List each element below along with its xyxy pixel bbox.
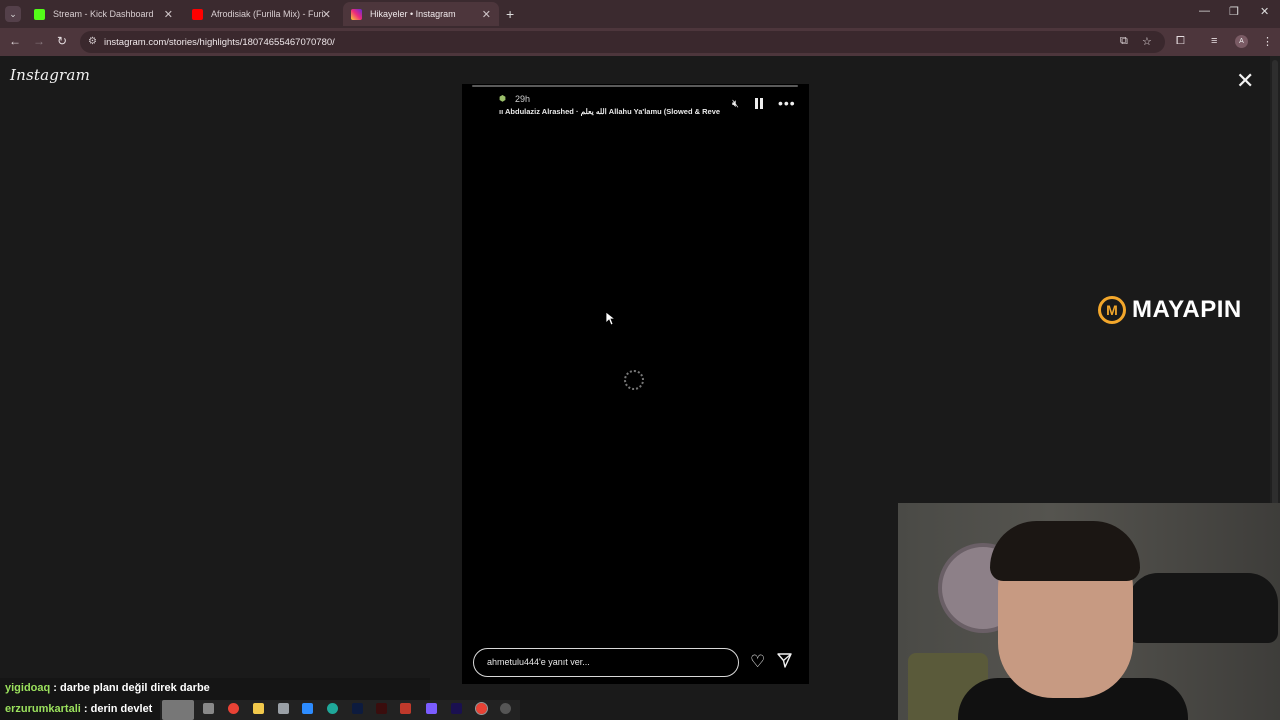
close-tab-icon[interactable]: ✕ xyxy=(482,8,491,21)
reload-icon[interactable]: ↻ xyxy=(57,34,67,48)
story-frame[interactable]: ⬢ 29h ıı Abdulaziz Alrashed · الله يعلم … xyxy=(462,84,809,684)
forward-icon[interactable]: → xyxy=(33,34,45,48)
chat-separator: : xyxy=(83,703,91,715)
bookmark-star-icon[interactable]: ☆ xyxy=(1142,35,1152,48)
tab-kick-dashboard[interactable]: Stream - Kick Dashboard ✕ xyxy=(26,2,181,26)
browser-menu-icon[interactable]: ⋮ xyxy=(1262,35,1273,48)
music-title: Abdulaziz Alrashed · الله يعلم Allahu Ya… xyxy=(504,107,721,116)
chrome-active-icon[interactable] xyxy=(475,702,488,715)
reply-input[interactable]: ahmetulu444'e yanıt ver... xyxy=(473,648,739,677)
mayapin-logo-icon: M xyxy=(1098,296,1126,324)
youtube-favicon-icon xyxy=(192,8,203,20)
back-icon[interactable]: ← xyxy=(9,34,21,48)
loading-spinner-icon xyxy=(624,370,644,390)
settings-icon[interactable] xyxy=(302,703,313,714)
task-view-thumbnail[interactable] xyxy=(162,700,194,720)
heart-icon[interactable]: ♡ xyxy=(750,652,765,672)
close-icon[interactable]: ✕ xyxy=(1236,70,1254,92)
widgets-icon[interactable] xyxy=(203,703,214,714)
tab-instagram[interactable]: Hikayeler • Instagram ✕ xyxy=(343,2,499,26)
brand-name: MAYAPIN xyxy=(1132,296,1242,323)
media-controls-icon[interactable]: ≡ xyxy=(1211,35,1217,47)
tab-search-button[interactable]: ⌄ xyxy=(5,6,21,22)
chat-username: yigidoaq xyxy=(5,682,51,694)
chat-message: erzurumkartali : derin devlet xyxy=(5,703,152,715)
new-tab-icon[interactable]: + xyxy=(506,6,514,22)
file-explorer-icon[interactable] xyxy=(253,703,264,714)
webcam-overlay xyxy=(898,503,1280,720)
chrome-icon[interactable] xyxy=(228,703,239,714)
mouse-cursor-icon xyxy=(606,312,616,326)
streamer-hair xyxy=(990,521,1140,581)
kick-favicon-icon xyxy=(34,8,45,20)
restore-icon[interactable]: ❐ xyxy=(1229,5,1239,18)
instagram-logo[interactable]: Instagram xyxy=(10,66,90,84)
tab-title: Stream - Kick Dashboard xyxy=(53,9,154,19)
pause-icon[interactable] xyxy=(754,98,764,109)
story-time: 29h xyxy=(515,94,531,104)
address-bar[interactable]: ⚙ instagram.com/stories/highlights/18074… xyxy=(80,31,1165,53)
story-progress-bar xyxy=(472,85,798,87)
close-tab-icon[interactable]: ✕ xyxy=(322,8,331,21)
chat-username: erzurumkartali xyxy=(5,703,81,715)
illustrator-icon[interactable] xyxy=(376,703,387,714)
edge-icon[interactable] xyxy=(327,703,338,714)
location-pin-icon: ⬢ xyxy=(499,94,506,103)
notepad-icon[interactable] xyxy=(278,703,289,714)
tab-title: Afrodisiak (Furilla Mix) - Furilla xyxy=(211,9,323,19)
discord-icon[interactable] xyxy=(426,703,437,714)
windows-taskbar xyxy=(160,700,520,720)
obs-icon[interactable] xyxy=(500,703,511,714)
send-icon[interactable] xyxy=(777,653,792,668)
close-tab-icon[interactable]: ✕ xyxy=(164,8,173,21)
car-poster-image xyxy=(1128,573,1278,643)
site-info-icon[interactable]: ⚙ xyxy=(88,36,97,47)
chat-message: yigidoaq : darbe planı değil direk darbe xyxy=(5,682,210,694)
window-close-icon[interactable]: ✕ xyxy=(1260,5,1269,18)
url-text: instagram.com/stories/highlights/1807465… xyxy=(104,36,335,48)
photoshop-icon[interactable] xyxy=(352,703,363,714)
profile-avatar[interactable]: A xyxy=(1235,35,1248,48)
browser-tab-bar: ⌄ Stream - Kick Dashboard ✕ Afrodisiak (… xyxy=(0,0,1280,28)
brand-logo: M MAYAPIN xyxy=(1098,296,1242,324)
minimize-icon[interactable]: — xyxy=(1199,5,1210,17)
premiere-icon[interactable] xyxy=(451,703,462,714)
more-icon[interactable]: ••• xyxy=(778,95,796,111)
browser-toolbar: ← → ↻ ⚙ instagram.com/stories/highlights… xyxy=(0,28,1280,56)
extensions-icon[interactable]: ⧠ xyxy=(1176,35,1185,48)
tab-title: Hikayeler • Instagram xyxy=(370,9,456,19)
tab-youtube-music[interactable]: Afrodisiak (Furilla Mix) - Furilla ✕ xyxy=(184,2,339,26)
app-icon[interactable] xyxy=(400,703,411,714)
chat-text: darbe planı değil direk darbe xyxy=(60,682,210,694)
mute-icon[interactable]: 🔇︎ xyxy=(732,98,739,111)
chat-text: derin devlet xyxy=(90,703,153,715)
story-music-label[interactable]: ıı Abdulaziz Alrashed · الله يعلم Allahu… xyxy=(499,107,725,116)
install-app-icon[interactable]: ⧉ xyxy=(1120,35,1128,48)
instagram-favicon-icon xyxy=(351,8,362,20)
